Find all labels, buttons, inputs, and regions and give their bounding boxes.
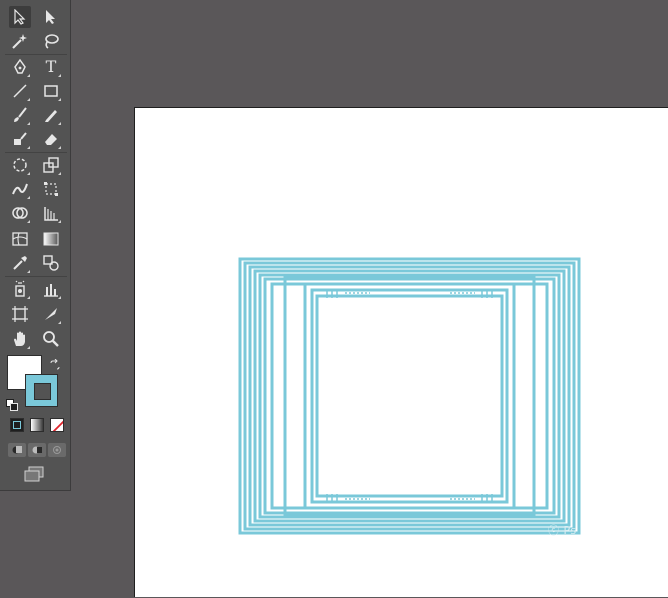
draw-normal-icon <box>12 446 22 454</box>
pen-tool[interactable] <box>9 56 31 78</box>
blend-icon <box>43 255 59 271</box>
separator <box>5 152 67 153</box>
rotate-tool[interactable] <box>9 154 31 176</box>
gradient-tool[interactable] <box>40 228 62 250</box>
lasso-tool[interactable] <box>40 30 62 52</box>
artboard-tool[interactable] <box>9 303 31 325</box>
artboard-icon <box>12 306 28 322</box>
none-mode-button[interactable] <box>50 418 64 432</box>
slice-tool[interactable] <box>40 303 62 325</box>
blend-tool[interactable] <box>40 252 62 274</box>
separator <box>5 276 67 277</box>
pencil-tool[interactable] <box>40 104 62 126</box>
watermark: ⓒ Ps <box>548 524 577 537</box>
screen-mode-icon <box>24 466 44 482</box>
stroke-color-swatch[interactable] <box>25 374 58 407</box>
color-mode-button[interactable] <box>10 418 24 432</box>
color-mode-icon <box>13 421 21 429</box>
hand-tool[interactable] <box>9 328 31 350</box>
selection-tool[interactable] <box>9 6 31 28</box>
arrow-outline-icon <box>14 9 26 25</box>
mesh-icon <box>12 232 28 246</box>
stroke-swatch-hole <box>34 383 51 400</box>
magic-wand-icon <box>12 34 27 49</box>
column-graph-tool[interactable] <box>40 278 62 300</box>
screen-mode-button[interactable] <box>23 466 45 486</box>
rectangle-tool[interactable] <box>40 80 62 102</box>
draw-behind-icon <box>32 446 42 454</box>
artboard[interactable] <box>134 107 668 597</box>
type-tool[interactable]: T <box>40 56 62 78</box>
mesh-tool[interactable] <box>9 228 31 250</box>
nested-square-frame-artwork[interactable] <box>135 108 668 598</box>
warp-tool[interactable] <box>9 178 31 200</box>
shape-builder-tool[interactable] <box>9 202 31 224</box>
none-icon <box>52 420 63 431</box>
default-fill-stroke-icon[interactable] <box>6 396 18 415</box>
eraser-tool[interactable] <box>40 128 62 150</box>
swap-fill-stroke-icon[interactable] <box>49 356 61 375</box>
magic-wand-tool[interactable] <box>9 30 31 52</box>
symbol-sprayer-tool[interactable] <box>9 278 31 300</box>
gradient-icon <box>43 232 59 246</box>
paintbrush-tool[interactable] <box>9 104 31 126</box>
draw-behind-button[interactable] <box>28 443 46 457</box>
tools-panel: T <box>0 0 71 491</box>
direct-selection-tool[interactable] <box>40 6 62 28</box>
eyedropper-tool[interactable] <box>9 252 31 274</box>
gradient-mode-button[interactable] <box>30 418 44 432</box>
lasso-icon <box>45 34 59 49</box>
draw-inside-icon <box>53 446 61 454</box>
free-transform-tool[interactable] <box>40 178 62 200</box>
draw-inside-button[interactable] <box>48 443 66 457</box>
separator <box>5 54 67 55</box>
draw-normal-button[interactable] <box>8 443 26 457</box>
scale-tool[interactable] <box>40 154 62 176</box>
blob-brush-tool[interactable] <box>9 128 31 150</box>
perspective-grid-tool[interactable] <box>40 202 62 224</box>
free-transform-icon <box>44 182 58 196</box>
zoom-tool[interactable] <box>40 328 62 350</box>
type-icon: T <box>45 57 57 76</box>
zoom-icon <box>43 331 59 347</box>
line-segment-tool[interactable] <box>9 80 31 102</box>
arrow-solid-icon <box>46 10 55 24</box>
